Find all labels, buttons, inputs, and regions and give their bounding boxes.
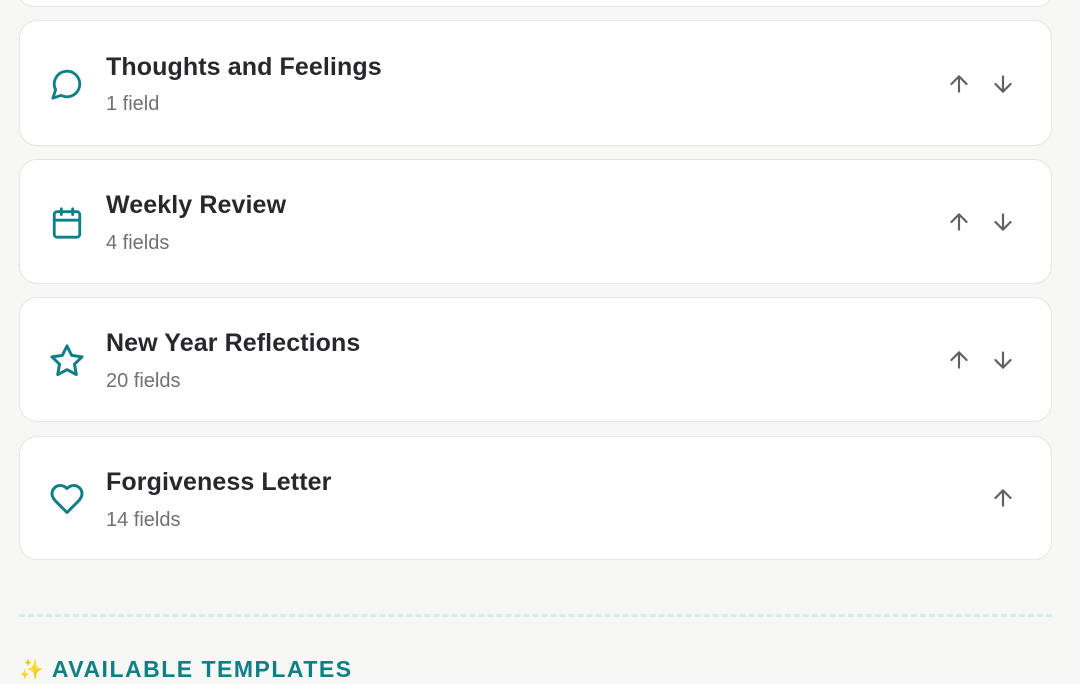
arrow-up-icon [994, 489, 1012, 507]
section-title: AVAILABLE TEMPLATES [51, 655, 353, 682]
section-header: ✨ AVAILABLE TEMPLATES [19, 654, 353, 684]
template-card[interactable]: Forgiveness Letter 14 fields [19, 436, 1052, 560]
calendar-icon [49, 205, 85, 241]
sparkles-icon: ✨ [19, 658, 44, 681]
move-up-button[interactable] [985, 480, 1021, 516]
speech-bubble-icon [49, 66, 85, 102]
template-card-partial [19, 0, 1052, 7]
move-down-button[interactable] [985, 342, 1021, 378]
move-up-button[interactable] [941, 342, 977, 378]
move-down-button[interactable] [985, 66, 1021, 102]
arrow-down-icon [994, 75, 1012, 93]
section-divider [19, 614, 1052, 617]
template-title: Weekly Review [106, 191, 287, 219]
move-up-button[interactable] [941, 66, 977, 102]
move-down-button[interactable] [985, 204, 1021, 240]
star-icon [49, 343, 85, 379]
template-card[interactable]: Thoughts and Feelings 1 field [19, 20, 1052, 146]
template-card[interactable]: New Year Reflections 20 fields [19, 297, 1052, 422]
move-up-button[interactable] [941, 204, 977, 240]
template-field-count: 14 fields [106, 509, 181, 531]
arrow-up-icon [950, 75, 968, 93]
arrow-down-icon [994, 351, 1012, 369]
template-title: Thoughts and Feelings [106, 53, 382, 81]
template-card[interactable]: Weekly Review 4 fields [19, 159, 1052, 284]
template-title: Forgiveness Letter [106, 468, 332, 496]
arrow-up-icon [950, 213, 968, 231]
heart-icon [49, 481, 85, 517]
template-field-count: 4 fields [106, 232, 170, 254]
template-field-count: 1 field [106, 93, 160, 115]
arrow-up-icon [950, 351, 968, 369]
template-title: New Year Reflections [106, 329, 361, 357]
arrow-down-icon [994, 213, 1012, 231]
template-field-count: 20 fields [106, 370, 181, 392]
